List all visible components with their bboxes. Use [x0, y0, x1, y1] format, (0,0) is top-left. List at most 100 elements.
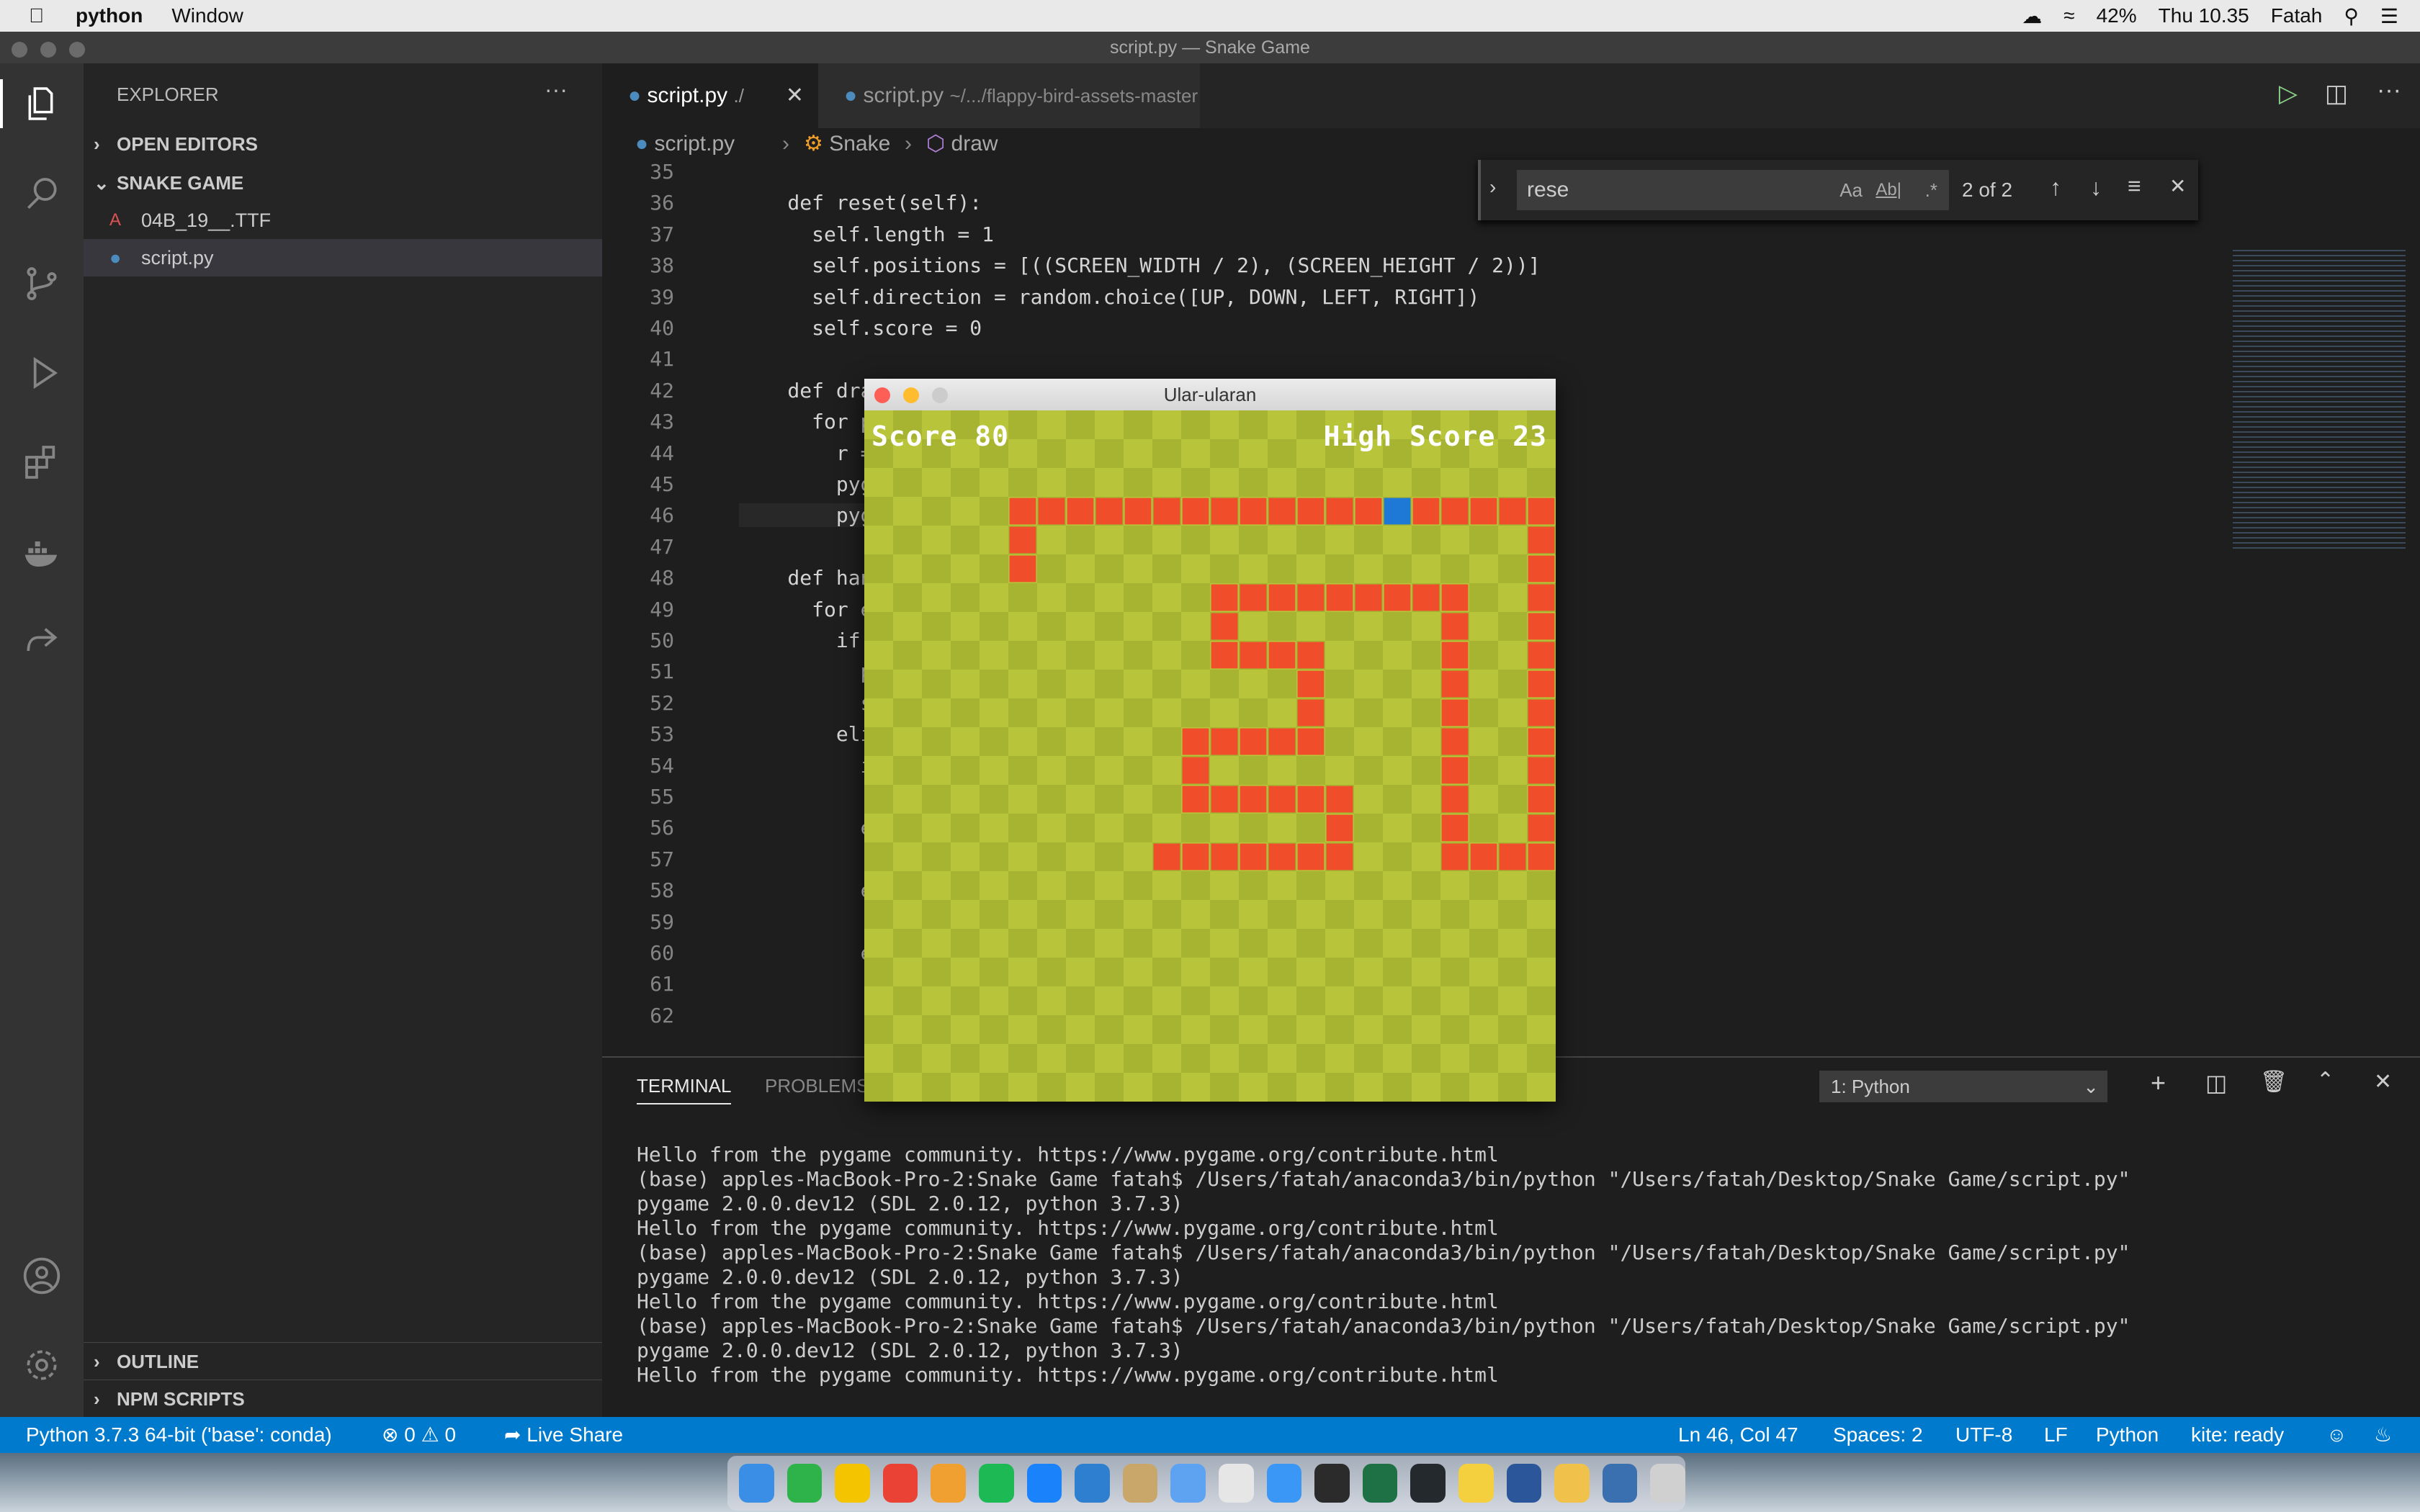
source-control-icon[interactable]: [17, 259, 66, 308]
snake-segment: [1268, 498, 1296, 525]
close-find-icon[interactable]: ✕: [2169, 174, 2186, 198]
dock-app-icon[interactable]: [1218, 1464, 1254, 1503]
open-editors-section[interactable]: › OPEN EDITORS: [84, 125, 602, 163]
dock-app-icon[interactable]: [786, 1464, 823, 1503]
more-actions-icon[interactable]: ···: [544, 76, 568, 103]
dock-app-icon[interactable]: [978, 1464, 1014, 1503]
next-match-icon[interactable]: ↓: [2090, 174, 2102, 201]
dock-app-icon[interactable]: [1602, 1464, 1638, 1503]
indentation[interactable]: Spaces: 2: [1833, 1417, 1923, 1453]
accounts-icon[interactable]: [17, 1251, 66, 1300]
game-maximize-button[interactable]: [932, 387, 948, 403]
cursor-position[interactable]: Ln 46, Col 47: [1678, 1417, 1798, 1453]
kite-status[interactable]: kite: ready: [2191, 1417, 2284, 1453]
toggle-replace-icon[interactable]: ›: [1489, 176, 1496, 199]
dock-app-icon[interactable]: [1314, 1464, 1350, 1503]
line-ending[interactable]: LF: [2044, 1417, 2068, 1453]
live-share-status[interactable]: ➦ Live Share: [504, 1417, 623, 1453]
board-cell: [1152, 670, 1181, 698]
game-minimize-button[interactable]: [903, 387, 919, 403]
dock-app-icon[interactable]: [1458, 1464, 1494, 1503]
explorer-icon[interactable]: [0, 79, 84, 128]
find-input[interactable]: rese Aa Ab| .*: [1517, 170, 1949, 210]
dock-app-icon[interactable]: [1650, 1464, 1685, 1503]
user-name[interactable]: Fatah: [2271, 4, 2323, 27]
game-titlebar[interactable]: Ular-ularan: [864, 379, 1556, 410]
menu-window[interactable]: Window: [171, 4, 243, 27]
breadcrumb-method[interactable]: ⬡ draw: [926, 128, 998, 160]
board-cell: [1095, 1015, 1124, 1044]
npm-scripts-section[interactable]: › NPM SCRIPTS: [84, 1380, 602, 1417]
match-case-icon[interactable]: Aa: [1839, 170, 1863, 210]
dock-app-icon[interactable]: [1362, 1464, 1398, 1503]
find-in-selection-icon[interactable]: ≡: [2128, 173, 2141, 199]
dock-app-icon[interactable]: [835, 1464, 870, 1503]
dock-app-icon[interactable]: [1506, 1464, 1542, 1503]
battery-text[interactable]: 42%: [2097, 4, 2137, 27]
split-terminal-icon[interactable]: ◫: [2205, 1069, 2227, 1097]
wifi-icon[interactable]: ≈: [2063, 4, 2074, 27]
file-item-font[interactable]: A 04B_19__.TTF: [84, 202, 602, 239]
close-panel-icon[interactable]: ✕: [2374, 1069, 2392, 1094]
dock-app-icon[interactable]: [1554, 1464, 1590, 1503]
kill-terminal-icon[interactable]: 🗑: [2260, 1069, 2287, 1094]
live-share-icon[interactable]: [17, 616, 66, 665]
dock-app-icon[interactable]: [1266, 1464, 1302, 1503]
tab-terminal[interactable]: TERMINAL: [637, 1075, 732, 1104]
board-cell: [1008, 986, 1037, 1015]
minimap[interactable]: [2226, 160, 2420, 1056]
snake-game-section[interactable]: ⌄ SNAKE GAME: [84, 164, 602, 202]
tab-script-flappy[interactable]: ● script.py ~/.../flappy-bird-assets-mas…: [818, 63, 1200, 128]
close-tab-icon[interactable]: ✕: [786, 63, 804, 128]
maximize-window-button[interactable]: [69, 42, 85, 58]
extensions-icon[interactable]: [17, 438, 66, 487]
clock[interactable]: Thu 10.35: [2159, 4, 2249, 27]
line-number: 41: [650, 347, 674, 372]
python-interpreter[interactable]: Python 3.7.3 64-bit ('base': conda): [26, 1417, 332, 1453]
run-python-file-icon[interactable]: ▷: [2279, 79, 2298, 108]
game-window[interactable]: Ular-ularan Score 80 High Score 23: [864, 379, 1556, 1102]
dock-app-icon[interactable]: [882, 1464, 918, 1503]
regex-icon[interactable]: .*: [1925, 170, 1937, 210]
tab-problems[interactable]: PROBLEMS: [765, 1075, 869, 1097]
terminal-output[interactable]: Hello from the pygame community. https:/…: [637, 1143, 2130, 1387]
dock-app-icon[interactable]: [931, 1464, 966, 1503]
bell-icon[interactable]: ♨: [2374, 1417, 2392, 1453]
terminal-select[interactable]: 1: Python ⌄: [1819, 1071, 2107, 1102]
new-terminal-icon[interactable]: +: [2151, 1068, 2166, 1098]
minimize-window-button[interactable]: [40, 42, 56, 58]
board-cell: [1498, 1044, 1527, 1073]
dock-app-icon[interactable]: [1026, 1464, 1062, 1503]
dock-app-icon[interactable]: [1170, 1464, 1206, 1503]
notification-center-icon[interactable]: ☰: [2380, 4, 2398, 28]
apple-icon[interactable]: : [29, 4, 44, 27]
language-mode[interactable]: Python: [2096, 1417, 2159, 1453]
run-debug-icon[interactable]: [17, 348, 66, 397]
maximize-panel-icon[interactable]: ⌃: [2316, 1068, 2334, 1093]
dock-app-icon[interactable]: [739, 1464, 774, 1503]
menu-app-python[interactable]: python: [76, 4, 143, 27]
docker-icon[interactable]: [17, 527, 66, 576]
feedback-icon[interactable]: ☺: [2326, 1417, 2347, 1453]
game-close-button[interactable]: [874, 387, 890, 403]
settings-gear-icon[interactable]: [17, 1341, 66, 1390]
previous-match-icon[interactable]: ↑: [2050, 174, 2061, 201]
cloud-icon[interactable]: ☁: [2022, 4, 2042, 28]
board-cell: [980, 1015, 1008, 1044]
breadcrumb-file[interactable]: ● script.py: [635, 128, 735, 160]
dock-app-icon[interactable]: [1410, 1464, 1446, 1503]
split-editor-icon[interactable]: ◫: [2325, 79, 2348, 108]
dock-app-icon[interactable]: [1075, 1464, 1110, 1503]
whole-word-icon[interactable]: Ab|: [1876, 170, 1901, 210]
breadcrumb-class[interactable]: ⚙ Snake: [804, 128, 890, 160]
problems-status[interactable]: ⊗ 0 ⚠ 0: [382, 1417, 456, 1453]
close-window-button[interactable]: [12, 42, 27, 58]
tab-script-active[interactable]: ● script.py ./ ✕: [602, 63, 818, 128]
editor-more-icon[interactable]: ···: [2377, 76, 2401, 104]
encoding[interactable]: UTF-8: [1955, 1417, 2012, 1453]
file-item-script[interactable]: ● script.py: [84, 239, 602, 276]
spotlight-icon[interactable]: ⚲: [2344, 4, 2359, 28]
search-icon[interactable]: [17, 170, 66, 219]
outline-section[interactable]: › OUTLINE: [84, 1342, 602, 1380]
dock-app-icon[interactable]: [1122, 1464, 1158, 1503]
